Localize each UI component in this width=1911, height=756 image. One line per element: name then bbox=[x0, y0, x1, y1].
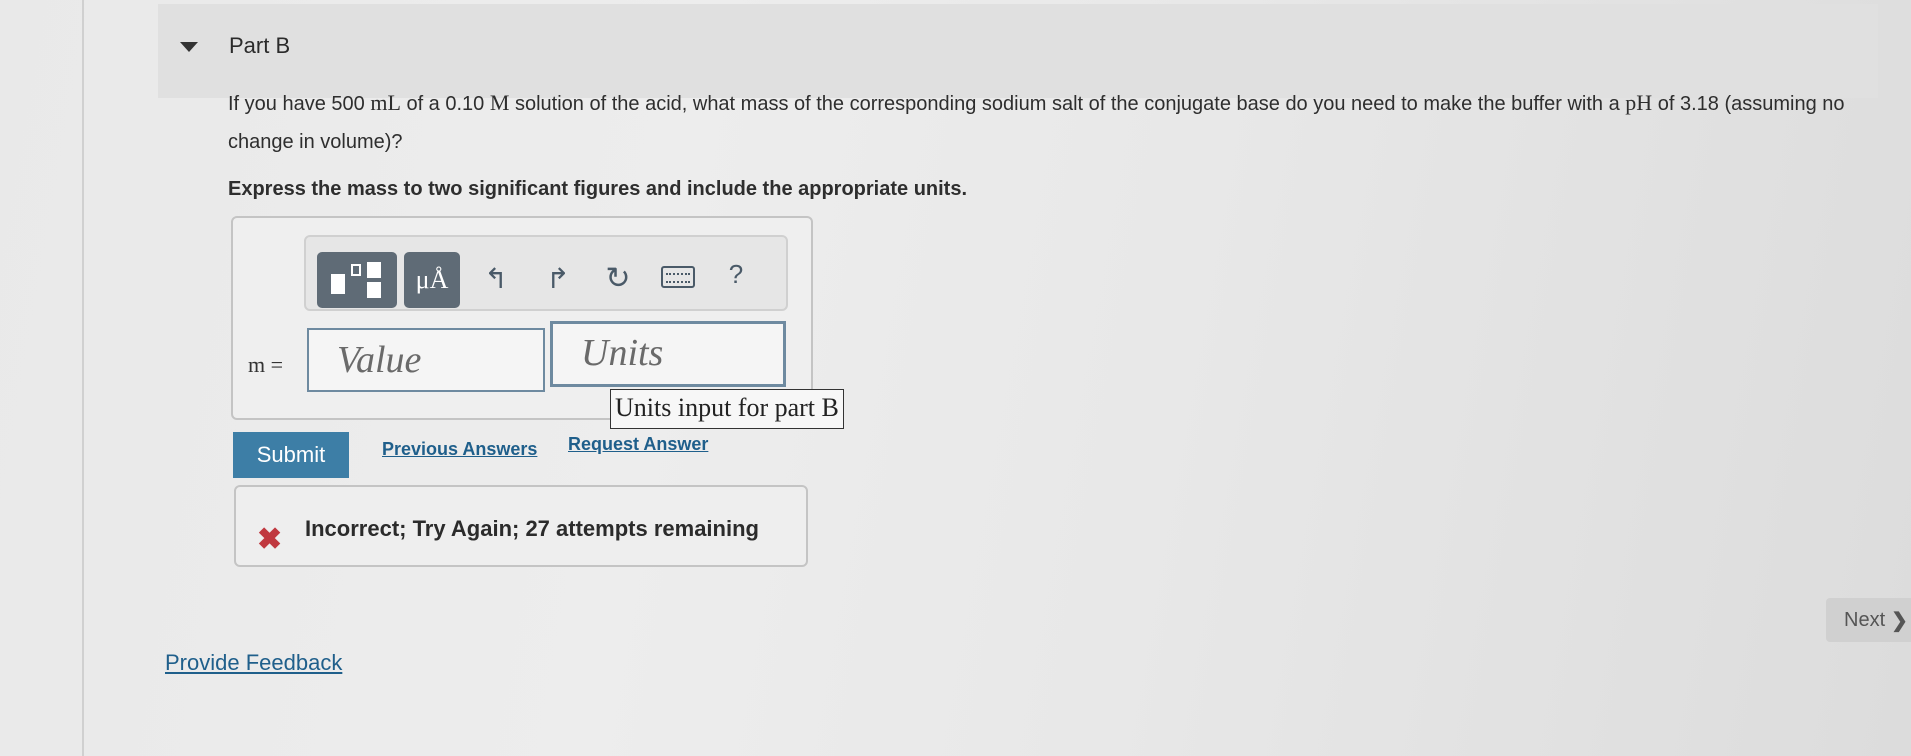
instruction-text: Express the mass to two significant figu… bbox=[228, 178, 968, 200]
units-tooltip: Units input for part B bbox=[610, 389, 844, 429]
chevron-right-icon: ❯ bbox=[1891, 609, 1908, 632]
keyboard-button[interactable] bbox=[660, 262, 696, 292]
undo-icon: ↰ bbox=[484, 262, 508, 294]
templates-button[interactable] bbox=[317, 252, 397, 308]
provide-feedback-link[interactable]: Provide Feedback bbox=[165, 650, 342, 676]
keyboard-icon bbox=[661, 266, 695, 288]
next-label: Next bbox=[1844, 608, 1886, 631]
left-divider bbox=[82, 0, 84, 756]
redo-icon: ↱ bbox=[546, 262, 570, 294]
help-button[interactable]: ? bbox=[718, 254, 754, 294]
value-input[interactable]: Value bbox=[307, 328, 545, 392]
feedback-message: Incorrect; Try Again; 27 attempts remain… bbox=[305, 516, 759, 541]
units-icon: μÅ bbox=[415, 265, 449, 294]
reset-icon: ↻ bbox=[605, 261, 631, 295]
variable-label: m = bbox=[248, 352, 284, 377]
units-button[interactable]: μÅ bbox=[404, 252, 460, 308]
x-icon: ✖ bbox=[257, 523, 283, 556]
undo-button[interactable]: ↰ bbox=[478, 258, 514, 298]
units-input[interactable]: Units bbox=[550, 321, 786, 387]
question-text: If you have 500 mL of a 0.10 M solution … bbox=[228, 90, 1845, 153]
previous-answers-link[interactable]: Previous Answers bbox=[382, 439, 537, 460]
redo-button[interactable]: ↱ bbox=[540, 258, 576, 298]
help-icon: ? bbox=[728, 258, 744, 289]
reset-button[interactable]: ↻ bbox=[600, 258, 636, 298]
next-button[interactable]: Next ❯ bbox=[1826, 598, 1911, 642]
request-answer-link[interactable]: Request Answer bbox=[568, 434, 708, 455]
submit-button[interactable]: Submit bbox=[233, 432, 349, 478]
collapse-caret-icon[interactable] bbox=[180, 42, 198, 52]
part-title: Part B bbox=[229, 33, 291, 58]
